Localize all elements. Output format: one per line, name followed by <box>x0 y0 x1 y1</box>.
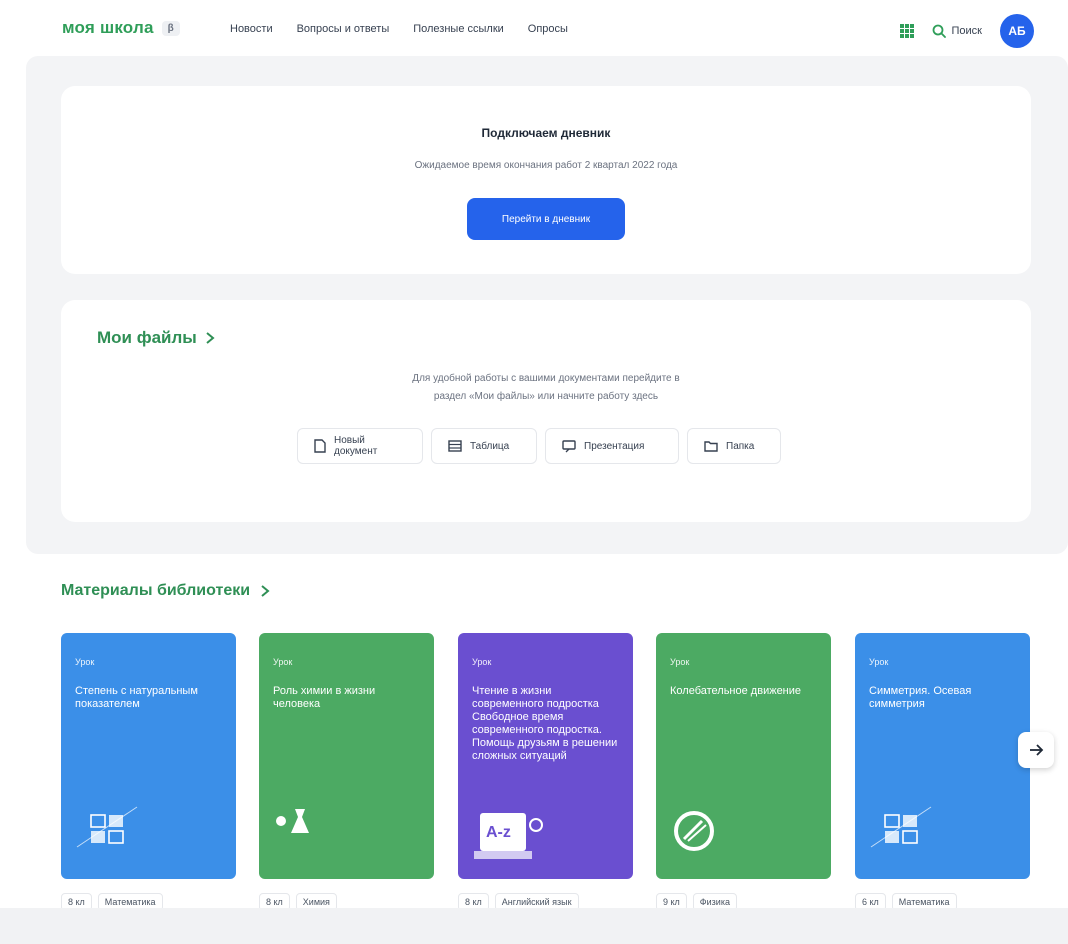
card-title: Чтение в жизни современного подростка Св… <box>472 685 618 762</box>
library-title: Материалы библиотеки <box>61 582 251 599</box>
file-actions: Новый документ Таблица Презентация Папка <box>297 428 781 464</box>
open-diary-button[interactable]: Перейти в дневник <box>467 198 625 240</box>
dictionary-icon: A-z <box>472 807 546 870</box>
flask-icon <box>273 803 323 848</box>
my-files-title: Мои файлы <box>97 328 197 347</box>
chevron-right-icon <box>261 585 270 597</box>
chevron-right-icon <box>206 332 215 344</box>
card-kind: Урок <box>75 657 95 667</box>
top-navigation-bar: моя школа β Новости Вопросы и ответы Пол… <box>0 0 1068 60</box>
diary-title: Подключаем дневник <box>481 126 611 140</box>
card-title: Симметрия. Осевая симметрия <box>869 685 972 710</box>
card-kind: Урок <box>472 657 492 667</box>
math-icon <box>75 803 145 858</box>
bottom-fade <box>0 908 1068 944</box>
new-presentation-button[interactable]: Презентация <box>545 428 679 464</box>
nav-faq[interactable]: Вопросы и ответы <box>297 23 390 35</box>
new-table-label: Таблица <box>470 440 510 452</box>
document-icon <box>314 439 326 453</box>
main-nav: Новости Вопросы и ответы Полезные ссылки… <box>230 23 568 35</box>
search-button[interactable]: Поиск <box>932 24 982 38</box>
my-files-description: Для удобной работы с вашими документами … <box>61 370 1031 406</box>
table-icon <box>448 440 462 452</box>
card-kind: Урок <box>670 657 690 667</box>
nav-polls[interactable]: Опросы <box>528 23 568 35</box>
card-kind: Урок <box>869 657 889 667</box>
logo-text: моя школа <box>62 18 154 37</box>
math-icon <box>869 803 939 858</box>
presentation-icon <box>562 439 576 452</box>
logo[interactable]: моя школа β <box>62 18 180 38</box>
search-label: Поиск <box>951 25 982 37</box>
avatar[interactable]: АБ <box>1000 14 1034 48</box>
new-presentation-label: Презентация <box>584 440 645 452</box>
library-card-5[interactable]: Урок Симметрия. Осевая симметрия <box>855 633 1030 879</box>
card-title: Роль химии в жизни человека <box>273 685 376 710</box>
new-table-button[interactable]: Таблица <box>431 428 537 464</box>
beta-badge: β <box>161 20 180 36</box>
my-files-card: Мои файлы Для удобной работы с вашими до… <box>61 300 1031 522</box>
header-actions: Поиск АБ <box>899 14 1034 48</box>
folder-icon <box>704 441 718 452</box>
new-document-button[interactable]: Новый документ <box>297 428 423 464</box>
carousel-next-button[interactable] <box>1018 732 1054 768</box>
new-document-label: Новый документ <box>334 435 378 457</box>
new-folder-label: Папка <box>726 440 755 452</box>
nav-useful-links[interactable]: Полезные ссылки <box>413 23 504 35</box>
desc-line-2: раздел «Мои файлы» или начните работу зд… <box>433 391 659 402</box>
library-card-1[interactable]: Урок Степень с натуральным показателем <box>61 633 236 879</box>
new-folder-button[interactable]: Папка <box>687 428 781 464</box>
desc-line-1: Для удобной работы с вашими документами … <box>412 373 680 384</box>
pendulum-icon <box>670 805 720 860</box>
search-icon <box>932 24 946 38</box>
arrow-right-icon <box>1030 744 1044 756</box>
diary-card: Подключаем дневник Ожидаемое время оконч… <box>61 86 1031 274</box>
library-link[interactable]: Материалы библиотеки <box>61 582 270 600</box>
my-files-link[interactable]: Мои файлы <box>97 328 215 348</box>
nav-news[interactable]: Новости <box>230 23 273 35</box>
library-card-2[interactable]: Урок Роль химии в жизни человека <box>259 633 434 879</box>
library-card-3[interactable]: Урок Чтение в жизни современного подрост… <box>458 633 633 879</box>
card-kind: Урок <box>273 657 293 667</box>
apps-grid-icon[interactable] <box>899 24 914 38</box>
svg-text:A-z: A-z <box>486 824 511 841</box>
library-card-4[interactable]: Урок Колебательное движение <box>656 633 831 879</box>
card-title: Колебательное движение <box>670 685 802 697</box>
diary-subtitle: Ожидаемое время окончания работ 2 кварта… <box>414 160 678 171</box>
card-title: Степень с натуральным показателем <box>75 685 198 710</box>
